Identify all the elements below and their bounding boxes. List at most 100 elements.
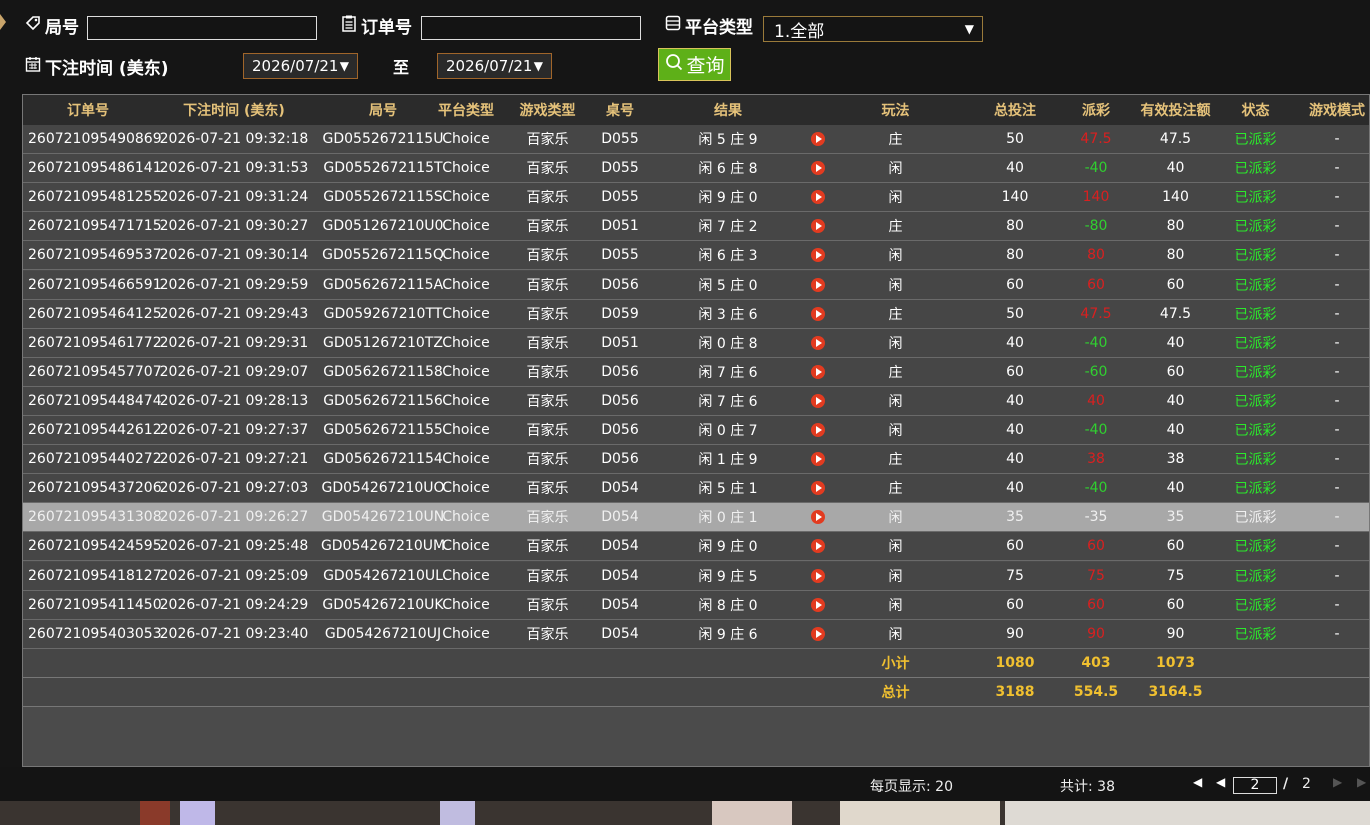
table-row[interactable]: 260721095437206 2026-07-21 09:27:03 GD0542… — [23, 474, 1369, 504]
table-row[interactable]: 260721095464125 2026-07-21 09:29:43 GD0592… — [23, 299, 1369, 329]
cell-game-type: 百家乐 — [526, 626, 569, 643]
cell-valid-bet: 80 — [1166, 247, 1185, 264]
cell-valid-bet: 38 — [1166, 451, 1185, 468]
total-row-label: 总计 — [881, 684, 910, 701]
cell-game-mode: - — [1334, 160, 1340, 177]
cell-order-number: 260721095490869 — [28, 131, 162, 147]
cell-bet-time: 2026-07-21 09:29:43 — [159, 305, 309, 322]
platform-type-label: 平台类型 — [664, 13, 753, 38]
play-video-icon[interactable] — [811, 626, 825, 641]
cell-payout: 80 — [1087, 247, 1105, 264]
platform-type-value: 1.全部 — [774, 21, 825, 42]
cell-table-number: D056 — [601, 451, 639, 468]
play-video-icon[interactable] — [811, 393, 825, 408]
first-page-icon[interactable]: ◀ — [1193, 775, 1202, 789]
pagination-bar: 每页显示: 20 共计: 38 ◀ ◀ / 2 ▶ ▶ — [0, 767, 1370, 801]
cell-status: 已派彩 — [1234, 161, 1277, 178]
clipboard-icon — [340, 14, 358, 37]
cell-status: 已派彩 — [1234, 481, 1277, 498]
header-col-total-bet: 总投注 — [994, 103, 1036, 119]
total-count-label: 共计: 38 — [1060, 779, 1115, 795]
table-row[interactable]: 260721095424595 2026-07-21 09:25:48 GD0542… — [23, 532, 1369, 562]
table-row[interactable]: 260721095457707 2026-07-21 09:29:07 GD0562… — [23, 357, 1369, 387]
cell-total-bet: 80 — [1006, 247, 1024, 264]
cell-game-mode: - — [1334, 363, 1340, 380]
replay-cell — [808, 300, 828, 328]
table-row[interactable]: 260721095481255 2026-07-21 09:31:24 GD0552… — [23, 183, 1369, 213]
cell-payout: -40 — [1084, 422, 1108, 438]
subtotal-row-valid-bet: 1073 — [1156, 654, 1195, 671]
cell-platform-type: Choice — [442, 480, 490, 497]
play-video-icon[interactable] — [811, 335, 825, 350]
replay-cell — [808, 358, 828, 386]
cell-table-number: D054 — [601, 509, 639, 526]
play-video-icon[interactable] — [811, 423, 825, 437]
cell-table-number: D051 — [601, 218, 639, 235]
cell-status: 已派彩 — [1234, 393, 1277, 410]
play-video-icon[interactable] — [811, 481, 825, 496]
cell-bet-type: 闲 — [888, 190, 903, 207]
cell-bet-type: 闲 — [888, 335, 903, 352]
table-row[interactable]: 260721095448474 2026-07-21 09:28:13 GD0562… — [23, 386, 1369, 416]
query-button-label: 查询 — [686, 55, 725, 77]
play-video-icon[interactable] — [811, 510, 825, 525]
table-row[interactable]: 260721095411450 2026-07-21 09:24:29 GD0542… — [23, 590, 1369, 620]
order-number-input[interactable] — [421, 16, 641, 40]
table-row[interactable]: 260721095486141 2026-07-21 09:31:53 GD0552… — [23, 154, 1369, 184]
cell-bet-type: 庄 — [888, 481, 903, 498]
table-row[interactable]: 260721095418127 2026-07-21 09:25:09 GD0542… — [23, 561, 1369, 591]
play-video-icon[interactable] — [811, 190, 825, 205]
header-col-result: 结果 — [714, 103, 742, 119]
play-video-icon[interactable] — [811, 568, 825, 583]
cell-bet-time: 2026-07-21 09:25:48 — [159, 538, 309, 555]
cell-order-number: 260721095461772 — [28, 334, 162, 351]
play-video-icon[interactable] — [811, 248, 825, 263]
date-from-select[interactable]: 2026/07/21 ▼ — [243, 53, 358, 79]
play-video-icon[interactable] — [811, 539, 825, 554]
table-row[interactable]: 260721095431308 2026-07-21 09:26:27 GD0542… — [23, 503, 1369, 533]
play-video-icon[interactable] — [811, 597, 825, 612]
cell-payout: -40 — [1084, 334, 1108, 351]
round-number-input[interactable] — [87, 16, 317, 40]
cell-platform-type: Choice — [442, 538, 490, 555]
page-number-input[interactable]: 2 — [1233, 777, 1277, 794]
table-row[interactable]: 260721095469537 2026-07-21 09:30:14 GD0552… — [23, 241, 1369, 271]
play-video-icon[interactable] — [811, 364, 825, 379]
table-row[interactable]: 260721095461772 2026-07-21 09:29:31 GD0512… — [23, 328, 1369, 358]
calendar-icon — [24, 55, 42, 78]
table-row[interactable]: 260721095442612 2026-07-21 09:27:37 GD0562… — [23, 416, 1369, 445]
play-video-icon[interactable] — [811, 277, 825, 292]
table-row[interactable]: 260721095403053 2026-07-21 09:23:40 GD0542… — [23, 619, 1369, 649]
cell-platform-type: Choice — [442, 625, 490, 642]
table-header: 订单号 下注时间 (美东) 局号 平台类型 游戏类型 桌号 结果 玩法 总投注 派彩 有效投注额 状态… — [23, 95, 1369, 126]
cell-total-bet: 60 — [1006, 276, 1024, 293]
play-video-icon[interactable] — [811, 161, 825, 176]
cell-bet-time: 2026-07-21 09:27:21 — [159, 451, 309, 468]
cell-result: 闲 1 庄 9 — [698, 452, 758, 469]
next-page-icon[interactable]: ▶ — [1333, 775, 1342, 789]
cell-status: 已派彩 — [1234, 335, 1277, 352]
date-to-select[interactable]: 2026/07/21 ▼ — [437, 53, 552, 79]
play-video-icon[interactable] — [811, 132, 825, 146]
cell-result: 闲 0 庄 1 — [698, 510, 758, 527]
cell-game-type: 百家乐 — [526, 132, 569, 148]
cell-platform-type: Choice — [442, 189, 490, 206]
query-button[interactable]: 查询 — [658, 48, 731, 81]
table-row[interactable]: 260721095490869 2026-07-21 09:32:18 GD0552… — [23, 125, 1369, 154]
platform-type-select[interactable]: 1.全部 ▼ — [763, 16, 983, 42]
previous-page-icon[interactable]: ◀ — [1216, 775, 1225, 789]
cell-game-type: 百家乐 — [526, 219, 569, 236]
play-video-icon[interactable] — [811, 452, 825, 467]
bet-time-text: 下注时间 (美东) — [45, 59, 169, 79]
cell-valid-bet: 40 — [1166, 334, 1185, 351]
cell-status: 已派彩 — [1234, 219, 1277, 236]
header-col-game-mode: 游戏模式 — [1309, 103, 1365, 119]
last-page-icon[interactable]: ▶ — [1357, 775, 1366, 789]
play-video-icon[interactable] — [811, 219, 825, 234]
replay-cell — [808, 562, 828, 590]
caret-down-icon: ▼ — [339, 59, 349, 73]
table-row[interactable]: 260721095471715 2026-07-21 09:30:27 GD0512… — [23, 212, 1369, 242]
table-row[interactable]: 260721095466591 2026-07-21 09:29:59 GD0562… — [23, 270, 1369, 300]
table-row[interactable]: 260721095440272 2026-07-21 09:27:21 GD0562… — [23, 445, 1369, 475]
play-video-icon[interactable] — [811, 306, 825, 321]
